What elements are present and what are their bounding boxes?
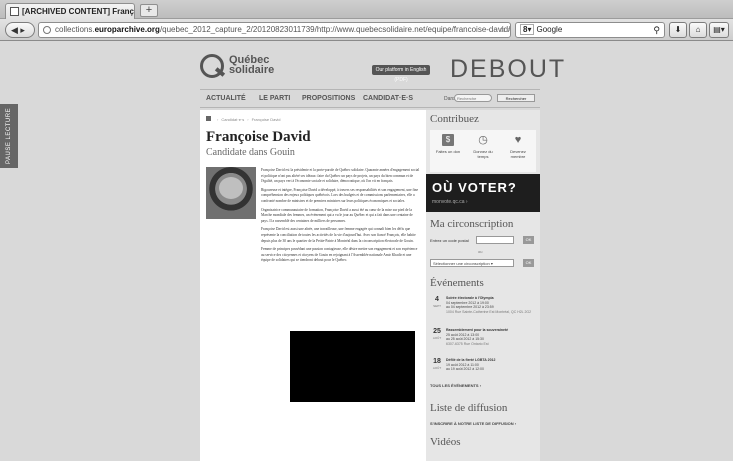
member-label: Devenez membre: [510, 149, 526, 159]
heart-icon: ♥: [514, 134, 522, 146]
or-label: ou: [478, 249, 483, 254]
nav-actualite[interactable]: ACTUALITÉ: [206, 95, 246, 102]
main-content: › Candidat·e·s › Françoise David Françoise …: [200, 110, 426, 461]
bio-paragraph: Rigoureuse et intègre, Françoise David a…: [261, 187, 419, 203]
where-to-vote-site: monvote.qc.ca ›: [432, 199, 468, 205]
member-link[interactable]: ♥ Devenez membre: [503, 134, 533, 159]
candidate-photo: [206, 167, 256, 219]
event-date: 25 AOÛT: [432, 328, 442, 340]
volunteer-link[interactable]: ◷ Donnez du temps: [468, 134, 498, 159]
browser-tab[interactable]: [ARCHIVED CONTENT] François...: [5, 3, 135, 19]
site-search-button[interactable]: Rechercher: [497, 94, 535, 102]
mailing-list-heading: Liste de diffusion: [430, 402, 508, 414]
contribuez-heading: Contribuez: [430, 113, 479, 125]
bio-paragraph: Organisatrice communautaire de formation…: [261, 207, 413, 223]
sidebar: Contribuez $ Faites un don ◷ Donnez du t…: [426, 110, 540, 461]
url-bar[interactable]: collections.europarchive.org/quebec_2012…: [38, 22, 511, 38]
donate-link[interactable]: $ Faites un don: [433, 134, 463, 154]
events-heading: Événements: [430, 277, 484, 289]
videos-heading: Vidéos: [430, 436, 461, 448]
where-to-vote-title: OÙ VOTER?: [432, 180, 517, 195]
slogan: DEBOUT: [450, 55, 567, 83]
search-bar[interactable]: 8▾ Google ⚲: [515, 22, 665, 38]
star-icon[interactable]: ☆: [499, 25, 506, 34]
candidate-bio: Françoise David est la présidente et la …: [261, 168, 421, 267]
chevron-right-icon: ›: [217, 117, 219, 122]
pause-strip[interactable]: PAUSE LECTURE: [0, 104, 18, 168]
all-events-link[interactable]: TOUS LES ÉVÉNEMENTS ›: [430, 383, 481, 388]
search-icon[interactable]: ⚲: [653, 23, 660, 37]
breadcrumb-current: Françoise David: [251, 117, 281, 122]
postal-ok-button[interactable]: OK: [523, 236, 534, 244]
volunteer-label: Donnez du temps: [473, 149, 493, 159]
page-icon: [10, 7, 19, 16]
logo-line2: solidaire: [229, 64, 275, 76]
site-search-input[interactable]: [454, 94, 492, 102]
url-domain: europarchive.org: [94, 25, 160, 34]
tab-title: [ARCHIVED CONTENT] François...: [22, 7, 135, 16]
money-icon: $: [442, 134, 454, 146]
breadcrumb-candidats[interactable]: Candidat·e·s: [221, 117, 244, 122]
nav-candidats[interactable]: CANDIDAT·E·S: [363, 95, 413, 102]
bio-paragraph: Françoise David est aussi une aînée, une…: [261, 227, 416, 243]
candidate-riding: Candidate dans Gouin: [206, 147, 295, 158]
back-button[interactable]: ◀ ▸: [5, 22, 35, 38]
breadcrumb: › Candidat·e·s › Françoise David: [206, 116, 281, 122]
event-date: 18 AOÛT: [432, 358, 442, 370]
url-rest: /quebec_2012_capture_2/20120823011739/ht…: [159, 25, 511, 34]
tab-bar: [ARCHIVED CONTENT] François... +: [0, 0, 733, 19]
download-icon[interactable]: ⬇: [669, 22, 687, 38]
circonscription-select[interactable]: Sélectionner une circonscription ▾: [430, 259, 514, 267]
main-nav: ACTUALITÉ LE PARTI PROPOSITIONS CANDIDAT…: [200, 89, 540, 108]
circonscription-ok-button[interactable]: OK: [523, 259, 534, 267]
postal-code-input[interactable]: [476, 236, 514, 244]
globe-icon: [43, 26, 51, 34]
search-engine-label: Google: [536, 25, 563, 34]
new-tab-button[interactable]: +: [140, 4, 158, 17]
logo-icon[interactable]: [200, 54, 224, 78]
bio-paragraph: Femme de principes possédant une passion…: [261, 247, 418, 263]
where-to-vote-banner[interactable]: OÙ VOTER? monvote.qc.ca ›: [426, 174, 540, 212]
bio-paragraph: Françoise David est la présidente et la …: [261, 168, 420, 184]
postal-code-label: Entrez un code postal: [430, 238, 469, 243]
google-icon: 8▾: [520, 24, 535, 35]
contribute-box: $ Faites un don ◷ Donnez du temps ♥ Deve…: [430, 130, 536, 172]
mailing-list-link[interactable]: S'INSCRIRE À NOTRE LISTE DE DIFFUSION ›: [430, 421, 516, 426]
video-player[interactable]: [290, 331, 415, 402]
nav-le-parti[interactable]: LE PARTI: [259, 95, 290, 102]
home-icon[interactable]: ⌂: [689, 22, 707, 38]
nav-propositions[interactable]: PROPOSITIONS: [302, 95, 355, 102]
event-text: Rassemblement pour la souveraineté 25 ao…: [446, 328, 509, 346]
home-icon[interactable]: [206, 116, 211, 121]
url-tools: ☆ ▿ C: [499, 23, 510, 37]
logo-text[interactable]: Québec solidaire: [229, 55, 275, 76]
navigation-bar: ◀ ▸ collections.europarchive.org/quebec_…: [0, 19, 733, 41]
candidate-name: Françoise David: [206, 129, 311, 145]
event-text: Soirée électorale à l'Olympia 04 septemb…: [446, 296, 532, 314]
donate-label: Faites un don: [435, 149, 461, 154]
event-text: Défilé de la fierté LGBTA 2012 19 août 2…: [446, 358, 496, 372]
clock-icon: ◷: [478, 134, 488, 146]
circonscription-heading: Ma circonscription: [430, 218, 514, 230]
menu-icon[interactable]: ▤▾: [709, 22, 729, 38]
chevron-right-icon: ›: [247, 117, 249, 122]
event-date: 4 SEPT: [433, 296, 441, 308]
english-platform-link[interactable]: Our platform in English (PDF): [372, 65, 430, 83]
url-prefix: collections.: [55, 25, 95, 34]
